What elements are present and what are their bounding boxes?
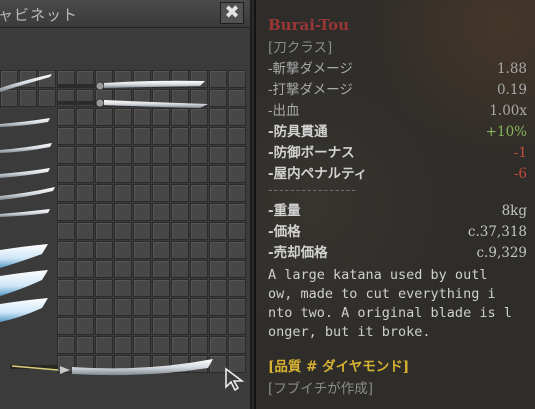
wakizashi-item[interactable] xyxy=(58,80,205,91)
stat-row: -防具貫通 +10% xyxy=(268,122,529,143)
stored-weapons xyxy=(0,74,213,376)
item-description: A large katana used by outl ow, made to … xyxy=(268,267,512,340)
stat-value: +10% xyxy=(485,124,527,140)
stat-row: -打撃ダメージ 0.19 xyxy=(268,80,529,101)
property-row: -重量 8kg xyxy=(268,201,529,222)
blade-item[interactable] xyxy=(0,209,50,217)
stat-label: -出血 xyxy=(268,103,300,119)
property-label: -売却価格 xyxy=(268,245,328,261)
stat-label: -打撃ダメージ xyxy=(268,82,353,98)
wakizashi-item[interactable] xyxy=(58,98,208,108)
stat-row: -出血 1.00x xyxy=(268,101,529,122)
broad-blade-item[interactable] xyxy=(0,298,48,322)
property-row: -価格 c.37,318 xyxy=(268,222,529,243)
item-maker: [フブイチが作成] xyxy=(268,381,374,397)
broad-blade-item[interactable] xyxy=(0,270,48,296)
cabinet-window: ャビネット ✖ xyxy=(0,0,252,409)
mouse-cursor-icon xyxy=(225,367,245,391)
item-tooltip: Burai-Tou [刀クラス] -斬撃ダメージ 1.88 -打撃ダメージ 0.… xyxy=(254,0,535,409)
property-value: 8kg xyxy=(501,203,527,219)
blade-item[interactable] xyxy=(0,118,50,127)
stat-value: 0.19 xyxy=(496,82,527,98)
stat-value: 1.88 xyxy=(496,61,527,77)
item-quality: [品質 # ダイヤモンド] xyxy=(268,359,410,375)
stat-row: -斬撃ダメージ 1.88 xyxy=(268,59,529,80)
blade-item[interactable] xyxy=(0,187,55,200)
stat-label: -防具貫通 xyxy=(268,124,328,140)
stat-value: 1.00x xyxy=(489,103,527,119)
item-properties: -重量 8kg -価格 c.37,318 -売却価格 c.9,329 xyxy=(268,201,529,264)
item-stats: -斬撃ダメージ 1.88 -打撃ダメージ 0.19 -出血 1.00x -防具貫… xyxy=(268,59,529,185)
katana-item[interactable] xyxy=(0,74,52,92)
stat-label: -斬撃ダメージ xyxy=(268,61,353,77)
item-class: [刀クラス] xyxy=(268,40,333,56)
property-label: -重量 xyxy=(268,203,301,219)
stat-label: -防御ボーナス xyxy=(268,145,355,161)
stat-row: -防御ボーナス -1 xyxy=(268,143,529,164)
property-value: c.9,329 xyxy=(476,245,528,261)
property-value: c.37,318 xyxy=(467,224,527,240)
burai-tou-item[interactable] xyxy=(10,359,213,376)
blade-item[interactable] xyxy=(0,168,50,178)
item-name: Burai-Tou xyxy=(268,16,349,34)
stat-value: -1 xyxy=(513,145,527,161)
divider: ---------------- xyxy=(268,182,357,198)
property-row: -売却価格 c.9,329 xyxy=(268,243,529,264)
blade-item[interactable] xyxy=(0,143,52,153)
property-label: -価格 xyxy=(268,224,301,240)
stat-value: -6 xyxy=(513,166,527,182)
broad-blade-item[interactable] xyxy=(0,244,48,268)
